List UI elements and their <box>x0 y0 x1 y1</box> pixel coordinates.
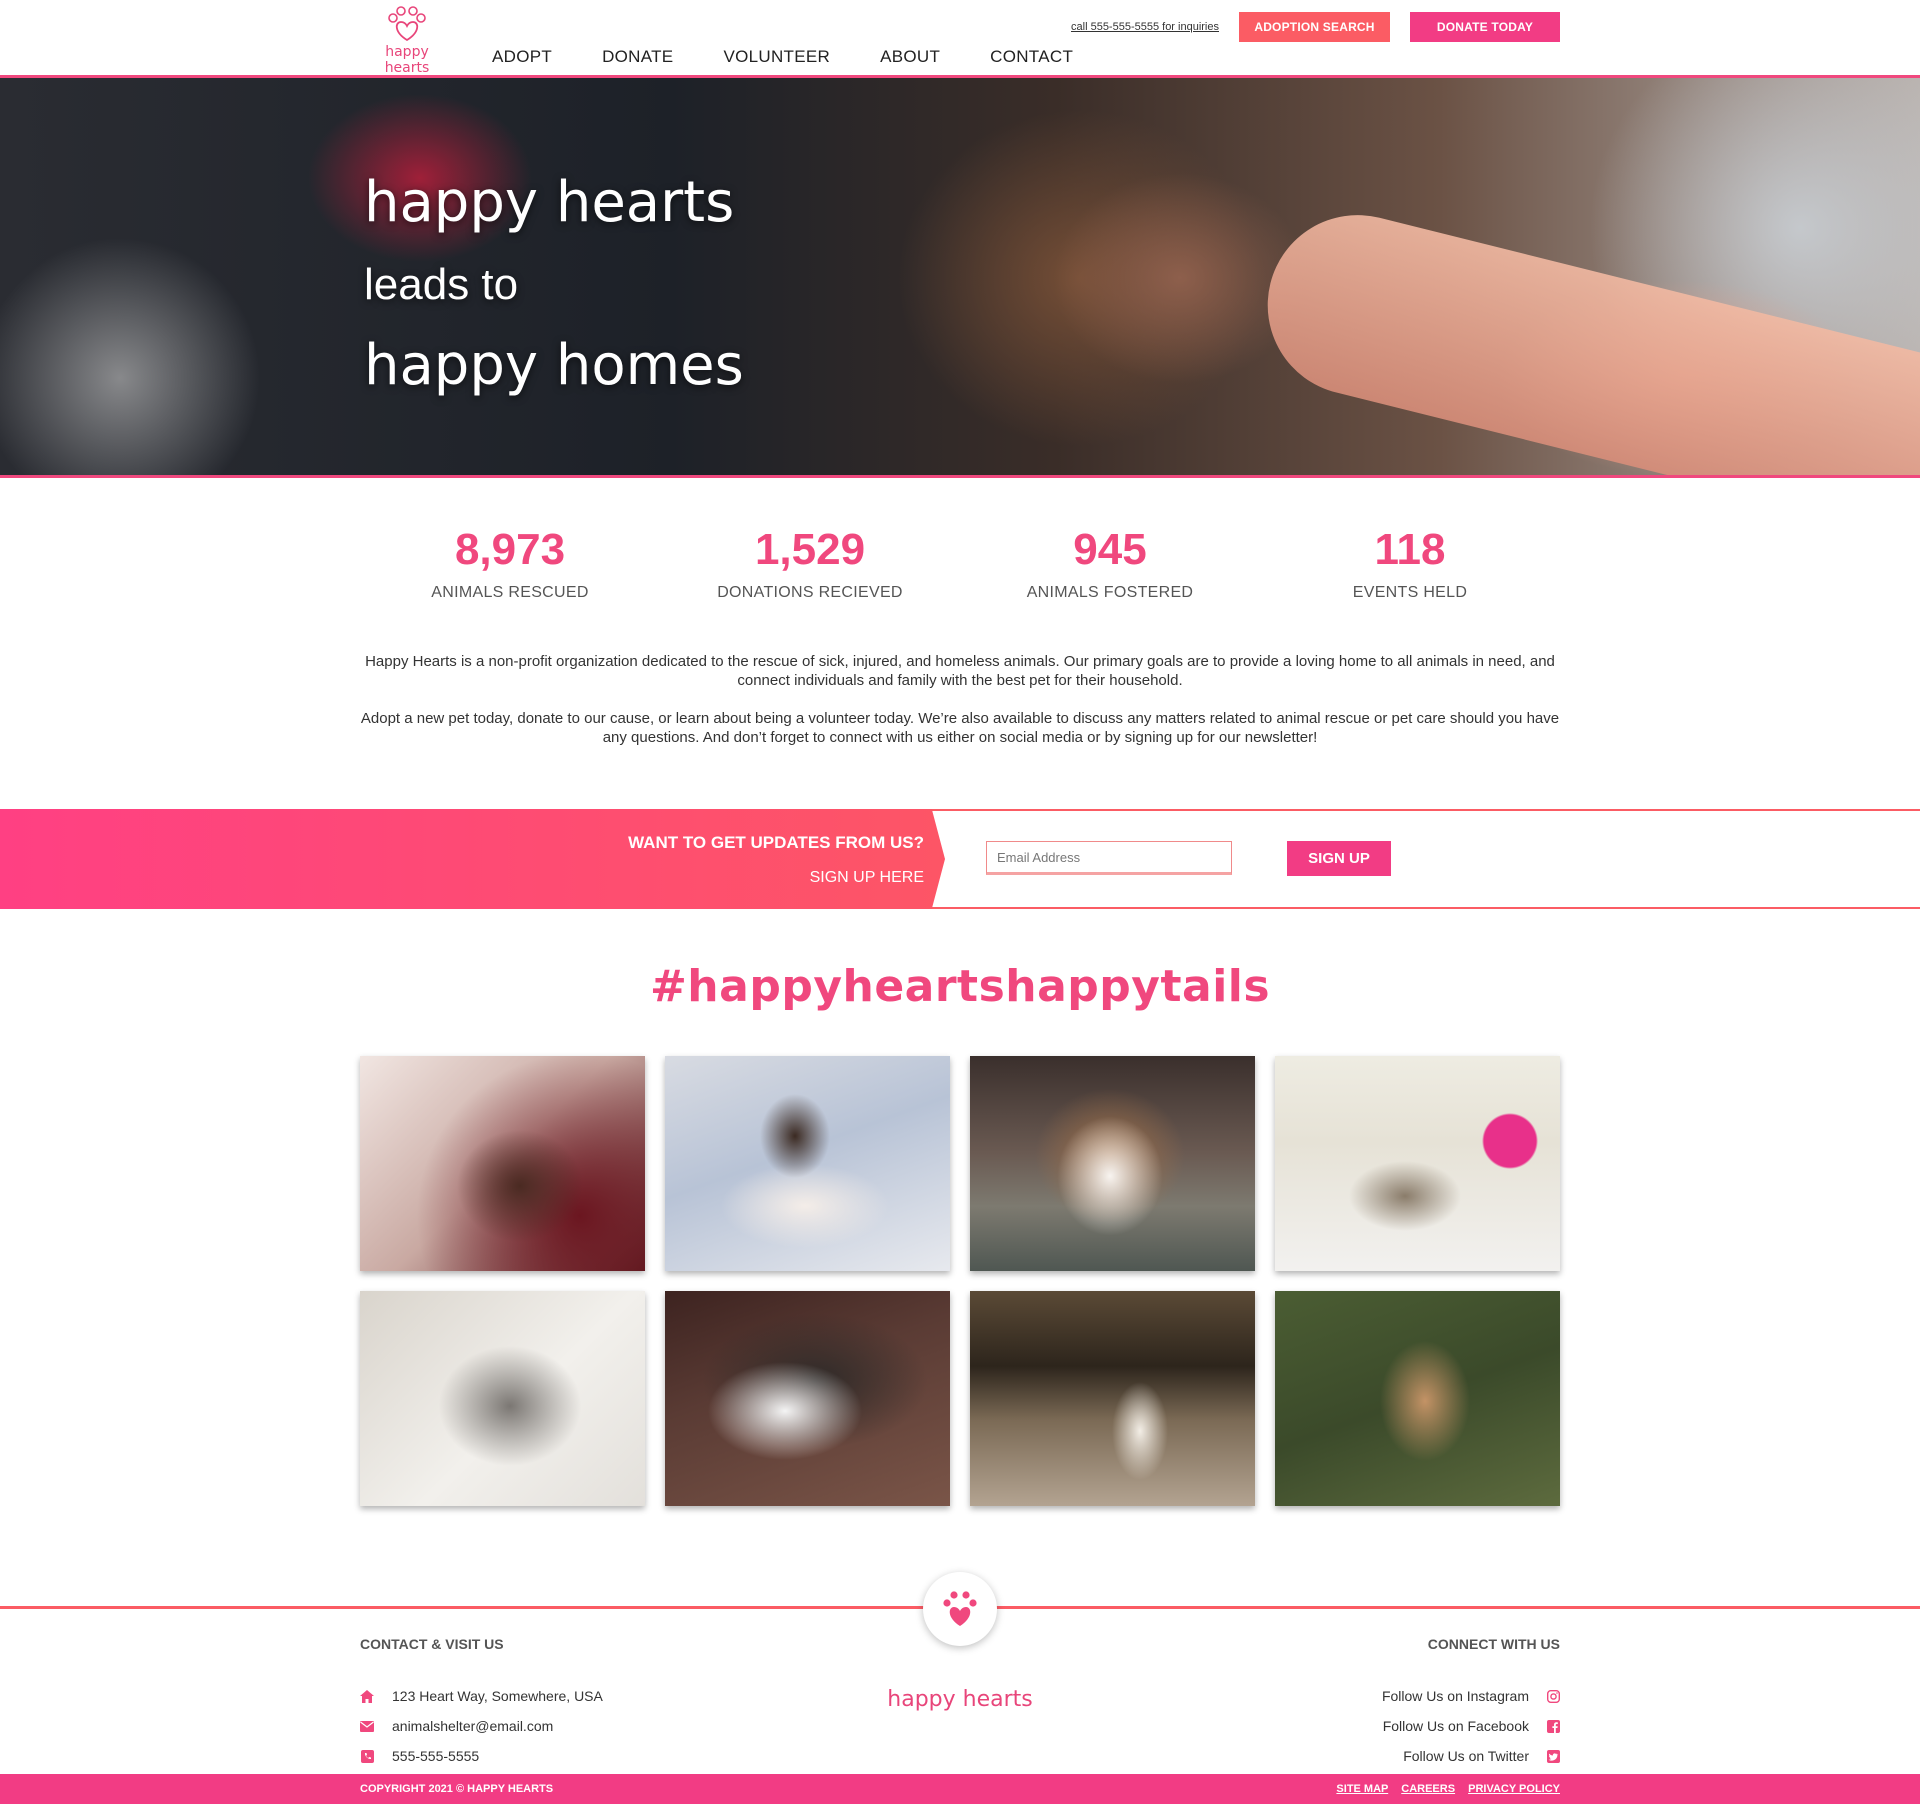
small-dog-photo[interactable] <box>1275 1291 1560 1506</box>
husky-photo[interactable] <box>665 1291 950 1506</box>
contact-heading: CONTACT & VISIT US <box>360 1636 504 1652</box>
sign-up-button[interactable]: SIGN UP <box>1287 841 1391 876</box>
stat-animals-fostered: 945 ANIMALS FOSTERED <box>980 522 1240 602</box>
facebook-icon <box>1547 1719 1560 1733</box>
phone-text[interactable]: 555-555-5555 <box>392 1748 479 1764</box>
contact-email: animalshelter@email.com <box>360 1711 603 1741</box>
intro-text: Happy Hearts is a non-profit organizatio… <box>360 652 1560 747</box>
calico-cat-photo[interactable] <box>970 1291 1255 1506</box>
hero-title-line1: happy hearts <box>364 170 735 235</box>
phone-icon <box>360 1749 374 1763</box>
stats-row: 8,973 ANIMALS RESCUED 1,529 DONATIONS RE… <box>360 522 1560 602</box>
nav-contact[interactable]: CONTACT <box>990 47 1073 67</box>
newsletter-question: WANT TO GET UPDATES FROM US? <box>628 833 924 852</box>
siamese-cat-photo[interactable] <box>665 1056 950 1271</box>
twitter-icon <box>1547 1749 1560 1763</box>
nav-volunteer[interactable]: VOLUNTEER <box>723 47 830 67</box>
hero-banner: happy hearts leads to happy homes <box>0 78 1920 478</box>
facebook-label: Follow Us on Facebook <box>1382 1718 1529 1734</box>
nav-donate[interactable]: DONATE <box>602 47 673 67</box>
hero-title-line2: leads to <box>364 260 519 309</box>
footer-links: SITE MAP CAREERS PRIVACY POLICY <box>1326 1783 1560 1795</box>
stat-label: DONATIONS RECIEVED <box>717 584 903 601</box>
social-instagram[interactable]: Follow Us on Instagram <box>1382 1681 1560 1711</box>
social-facebook[interactable]: Follow Us on Facebook <box>1382 1711 1560 1741</box>
chihuahua-photo[interactable] <box>360 1056 645 1271</box>
newsletter-banner: WANT TO GET UPDATES FROM US? SIGN UP HER… <box>0 809 1920 909</box>
pitbull-photo[interactable] <box>970 1056 1255 1271</box>
stat-label: ANIMALS FOSTERED <box>1026 584 1194 601</box>
twitter-label: Follow Us on Twitter <box>1403 1748 1529 1764</box>
logo-text: happy hearts <box>384 44 430 76</box>
newsletter-subtitle: SIGN UP HERE <box>809 869 924 886</box>
stat-donations-received: 1,529 DONATIONS RECIEVED <box>680 522 940 602</box>
instagram-label: Follow Us on Instagram <box>1381 1688 1529 1704</box>
header-actions: call 555-555-5555 for inquiries ADOPTION… <box>1071 12 1560 42</box>
intro-paragraph-2: Adopt a new pet today, donate to our cau… <box>360 710 1560 746</box>
stat-value: 118 <box>1374 525 1446 574</box>
stat-animals-rescued: 8,973 ANIMALS RESCUED <box>380 522 640 602</box>
phone-inquiry-link[interactable]: call 555-555-5555 for inquiries <box>1071 21 1219 33</box>
stat-events-held: 118 EVENTS HELD <box>1280 522 1540 602</box>
logo[interactable]: happy hearts <box>362 6 452 76</box>
connect-heading: CONNECT WITH US <box>1427 1636 1560 1652</box>
newsletter-ribbon <box>0 809 945 909</box>
envelope-icon <box>360 1719 374 1733</box>
privacy-policy-link[interactable]: PRIVACY POLICY <box>1468 1783 1560 1795</box>
gray-cat-photo[interactable] <box>360 1291 645 1506</box>
site-footer: CONTACT & VISIT US 123 Heart Way, Somewh… <box>0 1572 1920 1804</box>
copyright-text: COPYRIGHT 2021 © HAPPY HEARTS <box>360 1783 554 1795</box>
tabby-kitten-photo[interactable] <box>1275 1056 1560 1271</box>
hero-title-line3: happy homes <box>364 333 744 398</box>
stat-label: EVENTS HELD <box>1352 584 1468 601</box>
stat-value: 1,529 <box>754 525 866 574</box>
photo-gallery <box>360 1056 1560 1506</box>
stat-value: 8,973 <box>454 525 566 574</box>
footer-brand: happy hearts <box>887 1687 1033 1712</box>
adoption-search-button[interactable]: ADOPTION SEARCH <box>1239 12 1390 42</box>
nav-adopt[interactable]: ADOPT <box>492 47 552 67</box>
site-header: happy hearts ADOPT DONATE VOLUNTEER ABOU… <box>0 0 1920 78</box>
social-twitter[interactable]: Follow Us on Twitter <box>1382 1741 1560 1771</box>
email-field[interactable] <box>986 841 1232 875</box>
instagram-icon <box>1547 1689 1560 1703</box>
nav-about[interactable]: ABOUT <box>880 47 940 67</box>
donate-today-button[interactable]: DONATE TODAY <box>1410 12 1560 42</box>
stat-label: ANIMALS RESCUED <box>431 584 589 601</box>
hero-photo-hand <box>1248 196 1920 475</box>
bottom-bar: COPYRIGHT 2021 © HAPPY HEARTS SITE MAP C… <box>0 1774 1920 1804</box>
main-nav: ADOPT DONATE VOLUNTEER ABOUT CONTACT <box>492 47 1123 67</box>
stat-value: 945 <box>1073 525 1147 574</box>
email-text[interactable]: animalshelter@email.com <box>392 1718 553 1734</box>
site-map-link[interactable]: SITE MAP <box>1336 1783 1388 1795</box>
careers-link[interactable]: CAREERS <box>1401 1783 1455 1795</box>
hashtag-heading: #happyheartshappytails <box>649 961 1271 1012</box>
contact-phone: 555-555-5555 <box>360 1741 603 1771</box>
hero-text: happy hearts leads to happy homes <box>364 164 744 404</box>
social-list: Follow Us on Instagram Follow Us on Face… <box>1382 1681 1560 1771</box>
paw-heart-icon <box>388 6 426 42</box>
intro-paragraph-1: Happy Hearts is a non-profit organizatio… <box>365 653 1555 689</box>
